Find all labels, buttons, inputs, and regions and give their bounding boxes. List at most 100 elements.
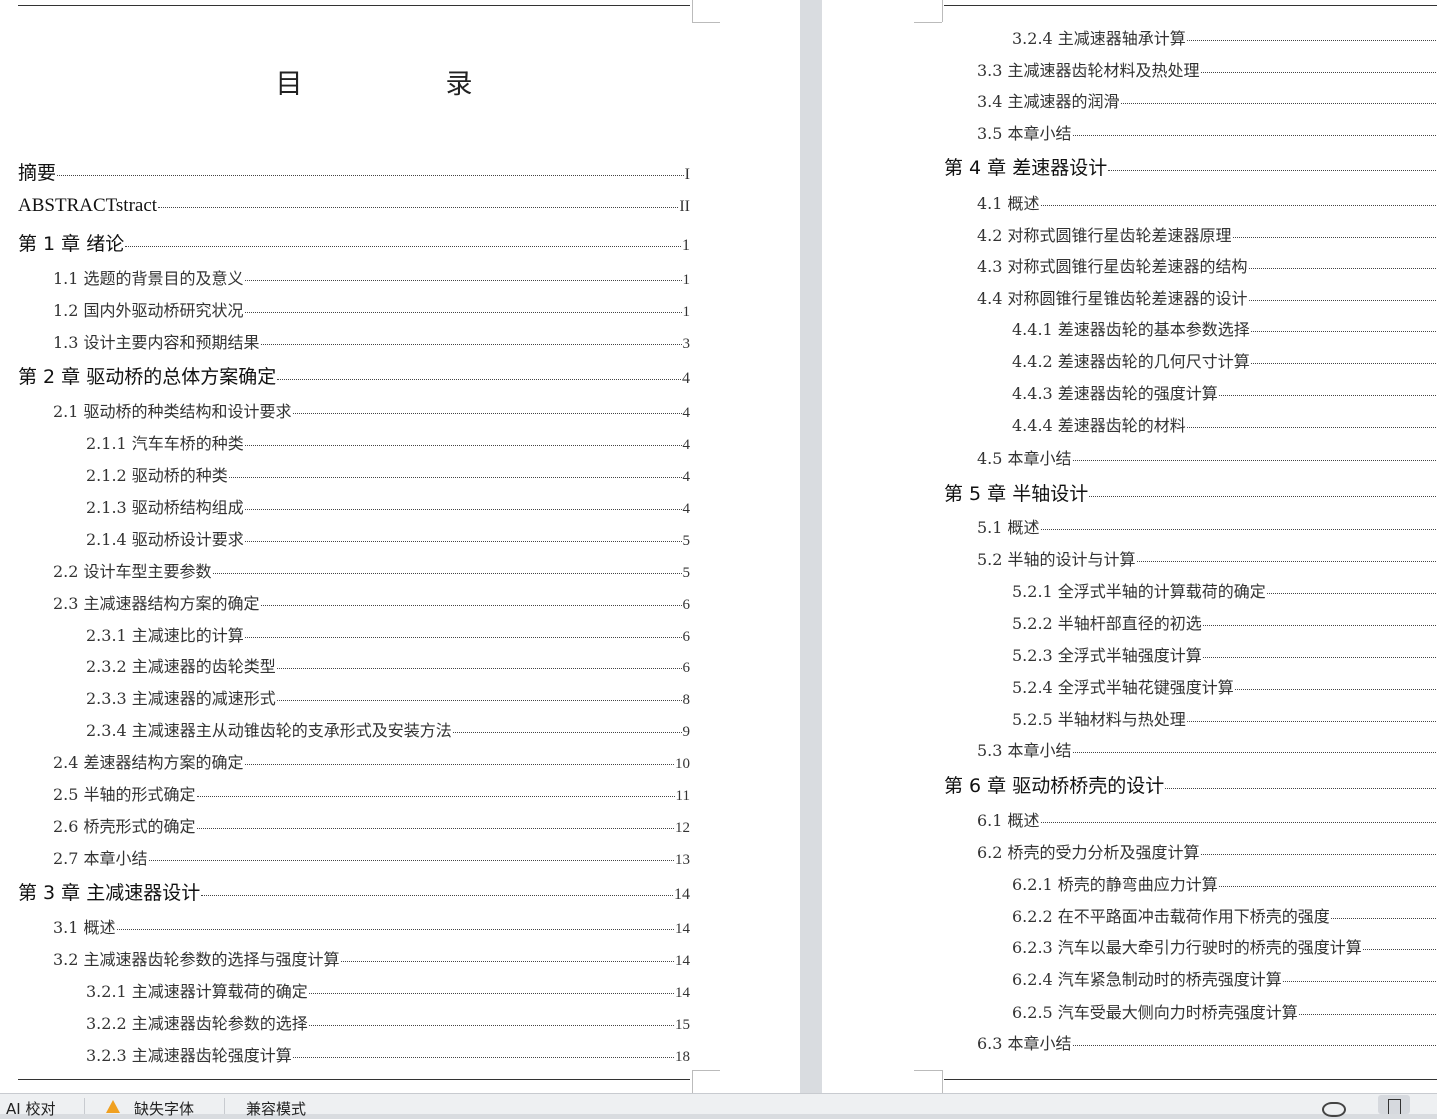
toc-section-entry[interactable]: 3.2.1 主减速器计算载荷的确定 14 (86, 978, 690, 1002)
toc-entry-title: 6.2.3 汽车以最大牵引力行驶时的桥壳的强度计算 (1012, 938, 1362, 957)
toc-entry-title: 2.6 桥壳形式的确定 (53, 817, 196, 836)
document-page-2[interactable]: 3.2.4 主减速器轴承计算 3.3 主减速器齿轮材料及热处理 3.4 主减速器的润… (822, 0, 1437, 1093)
dot-leader (1108, 170, 1436, 171)
toc-section-entry[interactable]: 4.4.1 差速器齿轮的基本参数选择 (1012, 316, 1437, 340)
dot-leader (228, 477, 682, 478)
eye-icon[interactable] (1322, 1102, 1346, 1117)
toc-section-entry[interactable]: 6.2.1 桥壳的静弯曲应力计算 (1012, 871, 1437, 895)
toc-chapter-entry[interactable]: 第 5 章 半轴设计 (944, 479, 1437, 506)
toc-section-entry[interactable]: 5.2.2 半轴杆部直径的初选 (1012, 610, 1437, 634)
toc-section-entry[interactable]: 3.2.4 主减速器轴承计算 (1012, 25, 1437, 49)
toc-section-entry[interactable]: 6.2.4 汽车紧急制动时的桥壳强度计算 (1012, 966, 1437, 990)
toc-section-entry[interactable]: 4.1 概述 (977, 190, 1437, 214)
compat-mode-label[interactable]: 兼容模式 (246, 1098, 306, 1119)
toc-entry-page: 6 (682, 629, 691, 645)
toc-entry-title: 2.2 设计车型主要参数 (53, 562, 212, 581)
toc-section-entry[interactable]: 6.2 桥壳的受力分析及强度计算 (977, 839, 1437, 863)
toc-section-entry[interactable]: 5.2.4 全浮式半轴花键强度计算 (1012, 674, 1437, 698)
dot-leader (292, 1057, 674, 1058)
dot-leader (1362, 949, 1436, 950)
toc-section-entry[interactable]: 4.4 对称圆锥行星锥齿轮差速器的设计 (977, 285, 1437, 309)
toc-entry-title: 2.5 半轴的形式确定 (53, 785, 196, 804)
missing-font-button[interactable]: 缺失字体 (134, 1098, 194, 1119)
toc-section-entry[interactable]: 5.2.1 全浮式半轴的计算载荷的确定 (1012, 578, 1437, 602)
ai-check-button[interactable]: AI 校对 (6, 1098, 55, 1119)
toc-section-entry[interactable]: 2.6 桥壳形式的确定 12 (53, 813, 690, 837)
toc-section-entry[interactable]: 4.5 本章小结 (977, 445, 1437, 469)
toc-section-entry[interactable]: 3.4 主减速器的润滑 (977, 88, 1437, 112)
toc-entry-title: 2.3.3 主减速器的减速形式 (86, 689, 276, 708)
toc-entry-title: 5.3 本章小结 (977, 741, 1072, 760)
toc-section-entry[interactable]: 2.3 主减速器结构方案的确定 6 (53, 590, 690, 614)
toc-entry-title: 2.1.1 汽车车桥的种类 (86, 434, 244, 453)
toc-entry-title: 第 1 章 绪论 (18, 233, 125, 255)
toc-section-entry[interactable]: 2.2 设计车型主要参数 5 (53, 558, 690, 582)
toc-entry-title: 第 4 章 差速器设计 (944, 157, 1108, 179)
toc-entry-page: 4 (682, 437, 691, 453)
toc-section-entry[interactable]: 6.1 概述 (977, 807, 1437, 831)
dot-leader (244, 312, 682, 313)
toc-section-entry[interactable]: 2.1.1 汽车车桥的种类 4 (86, 430, 690, 454)
toc-entry-page: I (684, 166, 690, 183)
toc-section-entry[interactable]: 2.3.2 主减速器的齿轮类型 6 (86, 653, 690, 677)
toc-section-entry[interactable]: 2.1 驱动桥的种类结构和设计要求 4 (53, 398, 690, 422)
toc-section-entry[interactable]: 4.3 对称式圆锥行星齿轮差速器的结构 (977, 253, 1437, 277)
toc-chapter-entry[interactable]: 第 4 章 差速器设计 (944, 153, 1437, 180)
toc-section-entry[interactable]: 4.2 对称式圆锥行星齿轮差速器原理 (977, 222, 1437, 246)
toc-section-entry[interactable]: 1.2 国内外驱动桥研究状况 1 (53, 297, 690, 321)
toc-section-entry[interactable]: 5.2.5 半轴材料与热处理 (1012, 706, 1437, 730)
toc-section-entry[interactable]: 6.3 本章小结 (977, 1030, 1437, 1054)
toc-section-entry[interactable]: 1.1 选题的背景目的及意义 1 (53, 265, 690, 289)
toc-section-entry[interactable]: 2.3.1 主减速比的计算 6 (86, 622, 690, 646)
toc-section-entry[interactable]: 2.4 差速器结构方案的确定 10 (53, 749, 690, 773)
toc-entry-title: 5.2.5 半轴材料与热处理 (1012, 710, 1186, 729)
toc-entry-page: 5 (682, 565, 691, 581)
toc-chapter-entry[interactable]: 第 6 章 驱动桥桥壳的设计 (944, 771, 1437, 798)
toc-chapter-entry[interactable]: 第 1 章 绪论 1 (18, 229, 690, 256)
toc-section-entry[interactable]: 2.1.4 驱动桥设计要求 5 (86, 526, 690, 550)
toc-top-entry[interactable]: ABSTRACTstract II (18, 195, 690, 217)
toc-entry-title: 2.3.4 主减速器主从动锥齿轮的支承形式及安装方法 (86, 721, 452, 740)
margin-mark (914, 1070, 942, 1071)
toc-top-entry[interactable]: 摘要 I (18, 158, 690, 185)
toc-section-entry[interactable]: 2.1.2 驱动桥的种类 4 (86, 462, 690, 486)
toc-entry-title: ABSTRACTstract (18, 195, 158, 216)
toc-section-entry[interactable]: 2.1.3 驱动桥结构组成 4 (86, 494, 690, 518)
toc-section-entry[interactable]: 6.2.2 在不平路面冲击载荷作用下桥壳的强度 (1012, 903, 1437, 927)
dot-leader (1250, 363, 1436, 364)
dot-leader (260, 605, 682, 606)
toc-section-entry[interactable]: 3.2 主减速器齿轮参数的选择与强度计算 14 (53, 946, 690, 970)
toc-section-entry[interactable]: 2.7 本章小结 13 (53, 845, 690, 869)
toc-section-entry[interactable]: 2.3.3 主减速器的减速形式 8 (86, 685, 690, 709)
toc-section-entry[interactable]: 3.2.3 主减速器齿轮强度计算 18 (86, 1042, 690, 1066)
toc-section-entry[interactable]: 4.4.2 差速器齿轮的几何尺寸计算 (1012, 348, 1437, 372)
toc-entry-title: 3.3 主减速器齿轮材料及热处理 (977, 61, 1200, 80)
toc-entry-title: 1.2 国内外驱动桥研究状况 (53, 301, 244, 320)
toc-entry-page: 5 (682, 533, 691, 549)
toc-section-entry[interactable]: 5.2.3 全浮式半轴强度计算 (1012, 642, 1437, 666)
toc-section-entry[interactable]: 3.5 本章小结 (977, 120, 1437, 144)
toc-section-entry[interactable]: 5.1 概述 (977, 514, 1437, 538)
toc-section-entry[interactable]: 3.3 主减速器齿轮材料及热处理 (977, 57, 1437, 81)
toc-section-entry[interactable]: 3.1 概述 14 (53, 914, 690, 938)
toc-section-entry[interactable]: 3.2.2 主减速器齿轮参数的选择 15 (86, 1010, 690, 1034)
document-page-1[interactable]: 目 录 摘要 I ABSTRACTstract II 第 1 章 绪论 1 1.1 选题的背… (0, 0, 800, 1093)
toc-chapter-entry[interactable]: 第 3 章 主减速器设计 14 (18, 878, 690, 905)
toc-title: 目 录 (275, 69, 531, 100)
toc-section-entry[interactable]: 4.4.3 差速器齿轮的强度计算 (1012, 380, 1437, 404)
dot-leader (1072, 752, 1436, 753)
toc-entry-page: 18 (675, 1049, 690, 1065)
toc-section-entry[interactable]: 2.5 半轴的形式确定 11 (53, 781, 690, 805)
toc-section-entry[interactable]: 5.3 本章小结 (977, 737, 1437, 761)
margin-mark (692, 22, 720, 23)
toc-section-entry[interactable]: 4.4.4 差速器齿轮的材料 (1012, 412, 1437, 436)
page-view-icon[interactable] (1378, 1095, 1410, 1114)
toc-section-entry[interactable]: 6.2.3 汽车以最大牵引力行驶时的桥壳的强度计算 (1012, 934, 1437, 958)
toc-section-entry[interactable]: 1.3 设计主要内容和预期结果 3 (53, 329, 690, 353)
toc-section-entry[interactable]: 5.2 半轴的设计与计算 (977, 546, 1437, 570)
toc-entry-title: 3.2.1 主减速器计算载荷的确定 (86, 982, 308, 1001)
toc-section-entry[interactable]: 6.2.5 汽车受最大侧向力时桥壳强度计算 (1012, 999, 1437, 1023)
toc-section-entry[interactable]: 2.3.4 主减速器主从动锥齿轮的支承形式及安装方法 9 (86, 717, 690, 741)
toc-chapter-entry[interactable]: 第 2 章 驱动桥的总体方案确定 4 (18, 362, 690, 389)
toc-entry-title: 4.4.1 差速器齿轮的基本参数选择 (1012, 320, 1250, 339)
